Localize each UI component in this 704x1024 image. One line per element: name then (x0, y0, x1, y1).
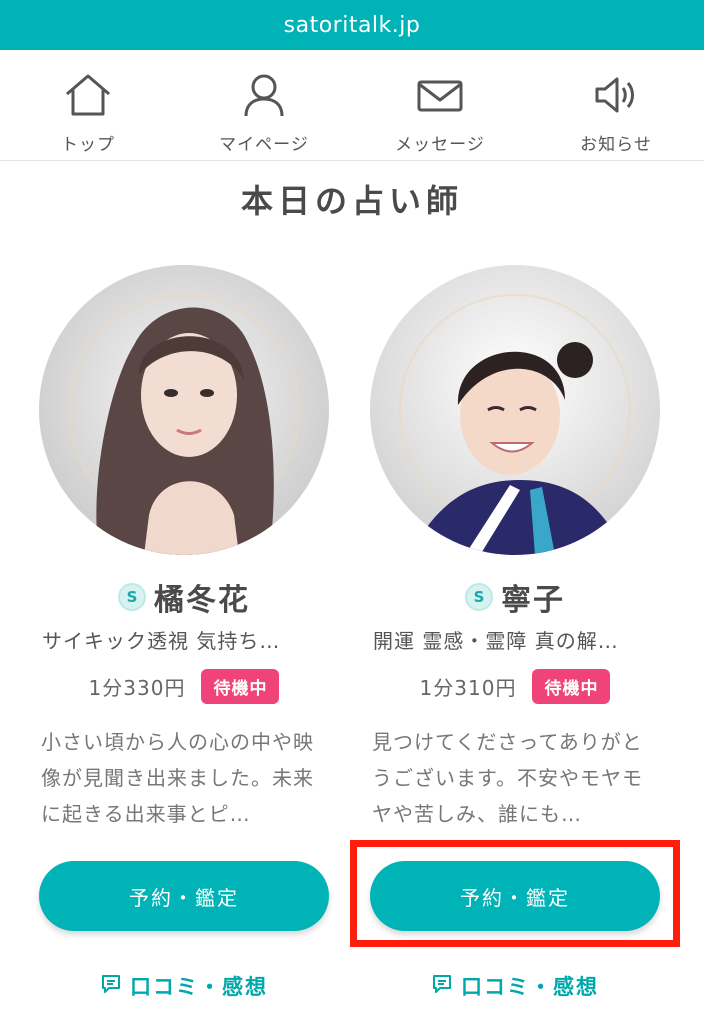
nav-label-message: メッセージ (395, 135, 485, 155)
rank-badge: S (118, 583, 146, 611)
nav-label-mypage: マイページ (219, 135, 309, 155)
review-label: 口コミ・感想 (461, 975, 599, 999)
price: 1分310円 (419, 675, 517, 700)
nav-item-top[interactable]: トップ (0, 50, 176, 160)
nav-label-notice: お知らせ (580, 135, 652, 155)
price-row: 1分310円 待機中 (370, 668, 660, 704)
review-link[interactable]: 口コミ・感想 (370, 969, 660, 1003)
reserve-button[interactable]: 予約・鑑定 (370, 861, 660, 931)
nav-item-mypage[interactable]: マイページ (176, 50, 352, 160)
nav-label-top: トップ (61, 135, 115, 155)
url-text: satoritalk.jp (283, 12, 421, 38)
avatar[interactable] (370, 265, 660, 555)
speaker-icon (591, 72, 641, 122)
reserve-button[interactable]: 予約・鑑定 (39, 861, 329, 931)
nav-item-notice[interactable]: お知らせ (528, 50, 704, 160)
specialty-tags: 開運 霊感・霊障 真の解… (373, 629, 619, 653)
status-badge: 待機中 (532, 668, 611, 704)
name-row: S 橘冬花 (39, 575, 329, 619)
top-nav: トップ マイページ メッセージ お知らせ (0, 50, 704, 161)
user-icon (239, 72, 289, 122)
specialty-tags: サイキック透視 気持ち… (42, 629, 281, 653)
profile-description: 小さい頃から人の心の中や映像が見聞き出来ました。未来に起きる出来事とピ… (41, 730, 314, 826)
profile-description: 見つけてくださってありがとうございます。不安やモヤモヤや苦しみ、誰にも… (372, 730, 643, 826)
review-link[interactable]: 口コミ・感想 (39, 969, 329, 1003)
comment-icon (431, 973, 461, 1000)
price: 1分330円 (88, 675, 186, 700)
avatar[interactable] (39, 265, 329, 555)
status-badge: 待機中 (201, 668, 280, 704)
comment-icon (100, 973, 130, 1000)
price-row: 1分330円 待機中 (39, 668, 329, 704)
fortune-teller-name[interactable]: 寧子 (501, 575, 565, 619)
rank-badge: S (465, 583, 493, 611)
fortune-teller-name[interactable]: 橘冬花 (154, 575, 250, 619)
url-bar[interactable]: satoritalk.jp (0, 0, 704, 50)
home-icon (63, 72, 113, 122)
mail-icon (415, 72, 465, 122)
fortune-teller-card: S 橘冬花 サイキック透視 気持ち… 1分330円 待機中 小さい頃から人の心の… (39, 265, 329, 1003)
fortune-teller-card: S 寧子 開運 霊感・霊障 真の解… 1分310円 待機中 見つけてくださってあ… (370, 265, 660, 1003)
nav-item-message[interactable]: メッセージ (352, 50, 528, 160)
review-label: 口コミ・感想 (130, 975, 268, 999)
section-title: 本日の占い師 (240, 182, 463, 220)
name-row: S 寧子 (370, 575, 660, 619)
